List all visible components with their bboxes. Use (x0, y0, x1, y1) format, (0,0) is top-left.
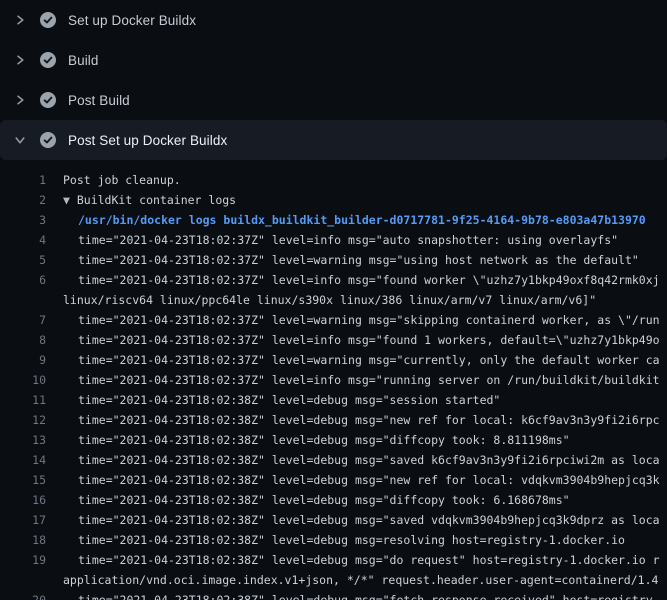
log-line-text: time="2021-04-23T18:02:38Z" level=debug … (46, 453, 660, 467)
step-label: Post Build (68, 93, 130, 108)
steps-list: Set up Docker Buildx Build P (0, 0, 667, 160)
log-line-number[interactable]: 13 (0, 430, 46, 450)
group-title[interactable]: BuildKit container logs (77, 193, 236, 207)
log-line-text: time="2021-04-23T18:02:38Z" level=debug … (46, 473, 660, 487)
check-circle-icon (39, 51, 57, 69)
log-line: 4time="2021-04-23T18:02:37Z" level=info … (0, 230, 667, 250)
step-row[interactable]: Post Build (0, 80, 667, 120)
step-row[interactable]: Build (0, 40, 667, 80)
step-row[interactable]: Set up Docker Buildx (0, 0, 667, 40)
log-line: 16time="2021-04-23T18:02:38Z" level=debu… (0, 490, 667, 510)
log-line-text: time="2021-04-23T18:02:37Z" level=warnin… (46, 253, 639, 267)
log-line-text: /usr/bin/docker logs buildx_buildkit_bui… (46, 213, 646, 227)
log-line: application/vnd.oci.image.index.v1+json,… (0, 570, 667, 590)
log-line-text: time="2021-04-23T18:02:37Z" level=warnin… (46, 313, 660, 327)
log-line-text: time="2021-04-23T18:02:38Z" level=debug … (46, 433, 570, 447)
log-line-number[interactable]: 5 (0, 250, 46, 270)
log-line: 8time="2021-04-23T18:02:37Z" level=info … (0, 330, 667, 350)
log-line-number[interactable]: 20 (0, 590, 46, 600)
log-line: 5time="2021-04-23T18:02:37Z" level=warni… (0, 250, 667, 270)
log-line-text: Post job cleanup. (46, 173, 181, 187)
log-line: 18time="2021-04-23T18:02:38Z" level=debu… (0, 530, 667, 550)
log-line: 15time="2021-04-23T18:02:38Z" level=debu… (0, 470, 667, 490)
log-line-number[interactable]: 18 (0, 530, 46, 550)
log-line-number[interactable]: 12 (0, 410, 46, 430)
actions-log-viewer: Set up Docker Buildx Build P (0, 0, 667, 600)
log-line: linux/riscv64 linux/ppc64le linux/s390x … (0, 290, 667, 310)
log-line: 11time="2021-04-23T18:02:38Z" level=debu… (0, 390, 667, 410)
log-line-number[interactable]: 11 (0, 390, 46, 410)
log-line-number[interactable]: 7 (0, 310, 46, 330)
log-line: 10time="2021-04-23T18:02:37Z" level=info… (0, 370, 667, 390)
log-line-text: time="2021-04-23T18:02:37Z" level=info m… (46, 373, 660, 387)
log-panel: 1Post job cleanup. 2▼ BuildKit container… (0, 160, 667, 600)
check-circle-icon (39, 131, 57, 149)
log-line-text: time="2021-04-23T18:02:38Z" level=debug … (46, 413, 660, 427)
chevron-right-icon[interactable] (13, 13, 27, 27)
group-toggle-icon[interactable]: ▼ (63, 193, 77, 207)
log-line-text: time="2021-04-23T18:02:38Z" level=debug … (46, 533, 625, 547)
log-line-text: linux/riscv64 linux/ppc64le linux/s390x … (46, 293, 596, 307)
chevron-right-icon[interactable] (13, 53, 27, 67)
check-circle-icon (39, 91, 57, 109)
log-line-text: ▼ BuildKit container logs (46, 193, 236, 207)
log-line-number[interactable]: 8 (0, 330, 46, 350)
log-line-number[interactable]: 10 (0, 370, 46, 390)
log-line-text: application/vnd.oci.image.index.v1+json,… (46, 573, 658, 587)
log-line-number[interactable]: 17 (0, 510, 46, 530)
log-line: 9time="2021-04-23T18:02:37Z" level=warni… (0, 350, 667, 370)
log-line-number[interactable]: 19 (0, 550, 46, 570)
log-line: 7time="2021-04-23T18:02:37Z" level=warni… (0, 310, 667, 330)
step-label: Build (68, 53, 99, 68)
log-line-number[interactable]: 6 (0, 270, 46, 290)
log-line-text: time="2021-04-23T18:02:37Z" level=info m… (46, 333, 660, 347)
chevron-right-icon[interactable] (13, 93, 27, 107)
step-label: Set up Docker Buildx (68, 13, 196, 28)
step-label: Post Set up Docker Buildx (68, 133, 227, 148)
log-line: 3/usr/bin/docker logs buildx_buildkit_bu… (0, 210, 667, 230)
log-line: 20time="2021-04-23T18:02:38Z" level=debu… (0, 590, 667, 600)
log-line-number[interactable]: 4 (0, 230, 46, 250)
chevron-down-icon[interactable] (13, 133, 27, 147)
log-line-number[interactable]: 15 (0, 470, 46, 490)
log-line-text: time="2021-04-23T18:02:37Z" level=info m… (46, 233, 618, 247)
log-line: 12time="2021-04-23T18:02:38Z" level=debu… (0, 410, 667, 430)
log-line: 1Post job cleanup. (0, 170, 667, 190)
log-line-number[interactable]: 14 (0, 450, 46, 470)
log-line-text: time="2021-04-23T18:02:38Z" level=debug … (46, 593, 660, 600)
check-circle-icon (39, 11, 57, 29)
log-line-number[interactable]: 1 (0, 170, 46, 190)
log-line: 14time="2021-04-23T18:02:38Z" level=debu… (0, 450, 667, 470)
log-line-text: time="2021-04-23T18:02:37Z" level=warnin… (46, 353, 660, 367)
log-line-text: time="2021-04-23T18:02:38Z" level=debug … (46, 493, 570, 507)
log-line: 17time="2021-04-23T18:02:38Z" level=debu… (0, 510, 667, 530)
log-line: 13time="2021-04-23T18:02:38Z" level=debu… (0, 430, 667, 450)
log-line-text: time="2021-04-23T18:02:37Z" level=info m… (46, 273, 660, 287)
log-line: 19time="2021-04-23T18:02:38Z" level=debu… (0, 550, 667, 570)
log-line: 2▼ BuildKit container logs (0, 190, 667, 210)
log-line-number[interactable]: 9 (0, 350, 46, 370)
log-line-text: time="2021-04-23T18:02:38Z" level=debug … (46, 513, 660, 527)
log-line-text: time="2021-04-23T18:02:38Z" level=debug … (46, 393, 500, 407)
log-line-text: time="2021-04-23T18:02:38Z" level=debug … (46, 553, 660, 567)
log-line-number[interactable]: 3 (0, 210, 46, 230)
step-row[interactable]: Post Set up Docker Buildx (0, 120, 667, 160)
log-line: 6time="2021-04-23T18:02:37Z" level=info … (0, 270, 667, 290)
log-line-number[interactable]: 2 (0, 190, 46, 210)
log-line-number[interactable]: 16 (0, 490, 46, 510)
